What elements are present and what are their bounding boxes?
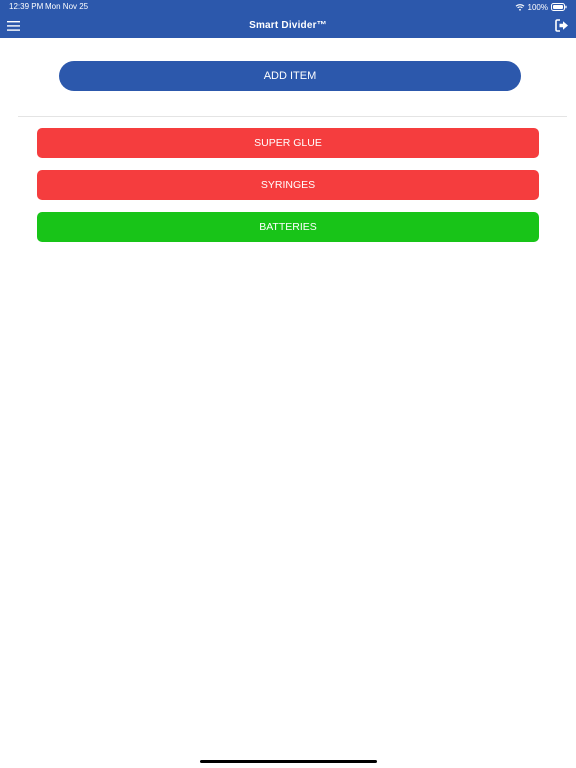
list-item[interactable]: SUPER GLUE xyxy=(37,128,539,158)
status-time: 12:39 PM xyxy=(9,2,44,11)
item-list: SUPER GLUE SYRINGES BATTERIES xyxy=(37,128,539,254)
list-item[interactable]: BATTERIES xyxy=(37,212,539,242)
divider xyxy=(18,116,567,117)
home-indicator xyxy=(200,760,377,763)
app-screen: 12:39 PM Mon Nov 25 100% Smart Divider™ … xyxy=(0,0,576,768)
top-bar: 12:39 PM Mon Nov 25 100% Smart Divider™ xyxy=(0,0,576,38)
nav-title: Smart Divider™ xyxy=(249,20,327,31)
battery-icon xyxy=(551,3,567,11)
logout-icon[interactable] xyxy=(555,19,569,32)
list-item[interactable]: SYRINGES xyxy=(37,170,539,200)
wifi-icon xyxy=(515,3,525,11)
add-item-button[interactable]: ADD ITEM xyxy=(59,61,521,91)
status-indicators: 100% xyxy=(515,2,567,12)
battery-percentage: 100% xyxy=(527,2,548,12)
status-date: Mon Nov 25 xyxy=(45,2,89,11)
